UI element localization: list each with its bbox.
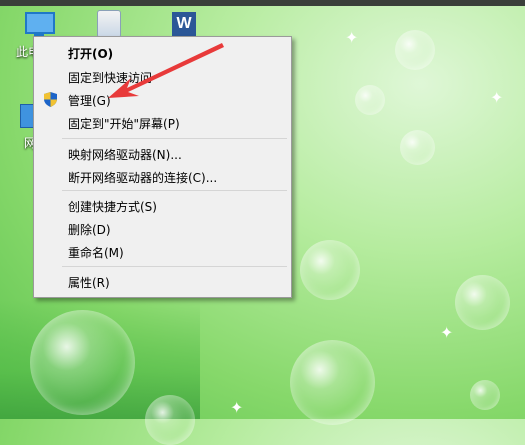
menu-item-pin-start[interactable]: 固定到"开始"屏幕(P) bbox=[34, 111, 291, 134]
menu-item-label: 断开网络驱动器的连接(C)... bbox=[68, 171, 218, 185]
sparkle-decoration: ✦ bbox=[230, 398, 244, 417]
menu-item-label: 打开(O) bbox=[68, 47, 114, 61]
word-document-icon[interactable]: W bbox=[172, 12, 196, 36]
menu-item-rename[interactable]: 重命名(M) bbox=[34, 240, 291, 263]
menu-item-manage[interactable]: 管理(G) bbox=[34, 88, 291, 111]
uac-shield-icon bbox=[44, 92, 57, 107]
menu-item-label: 创建快捷方式(S) bbox=[68, 200, 157, 214]
recycle-bin-icon[interactable] bbox=[97, 10, 121, 38]
menu-separator bbox=[62, 138, 287, 139]
menu-item-label: 映射网络驱动器(N)... bbox=[68, 148, 182, 162]
bubble-decoration bbox=[290, 340, 375, 425]
menu-item-create-shortcut[interactable]: 创建快捷方式(S) bbox=[34, 194, 291, 217]
this-pc-icon[interactable] bbox=[25, 12, 55, 34]
top-strip bbox=[0, 0, 525, 6]
bubble-decoration bbox=[470, 380, 500, 410]
menu-item-label: 管理(G) bbox=[68, 94, 111, 108]
menu-item-label: 固定到"开始"屏幕(P) bbox=[68, 117, 180, 131]
bubble-decoration bbox=[145, 395, 195, 445]
menu-item-pin-quick-access[interactable]: 固定到快速访问 bbox=[34, 65, 291, 88]
menu-item-disconnect-network-drive[interactable]: 断开网络驱动器的连接(C)... bbox=[34, 165, 291, 188]
menu-item-map-network-drive[interactable]: 映射网络驱动器(N)... bbox=[34, 142, 291, 165]
bubble-decoration bbox=[455, 275, 510, 330]
sparkle-decoration: ✦ bbox=[345, 28, 359, 47]
menu-item-label: 固定到快速访问 bbox=[68, 71, 153, 85]
menu-separator bbox=[62, 190, 287, 191]
context-menu: 打开(O) 固定到快速访问 管理(G) 固定到"开始"屏幕(P) 映射网络驱动器… bbox=[33, 36, 292, 298]
menu-item-label: 属性(R) bbox=[68, 276, 110, 290]
menu-item-delete[interactable]: 删除(D) bbox=[34, 217, 291, 240]
menu-item-open[interactable]: 打开(O) bbox=[34, 41, 291, 64]
sparkle-decoration: ✦ bbox=[490, 88, 504, 107]
bubble-decoration bbox=[395, 30, 435, 70]
menu-item-label: 删除(D) bbox=[68, 223, 111, 237]
menu-item-properties[interactable]: 属性(R) bbox=[34, 270, 291, 293]
bubble-decoration bbox=[400, 130, 435, 165]
bubble-decoration bbox=[300, 240, 360, 300]
sparkle-decoration: ✦ bbox=[440, 323, 454, 342]
menu-separator bbox=[62, 266, 287, 267]
menu-item-label: 重命名(M) bbox=[68, 246, 124, 260]
bubble-decoration bbox=[355, 85, 385, 115]
bubble-decoration bbox=[30, 310, 135, 415]
